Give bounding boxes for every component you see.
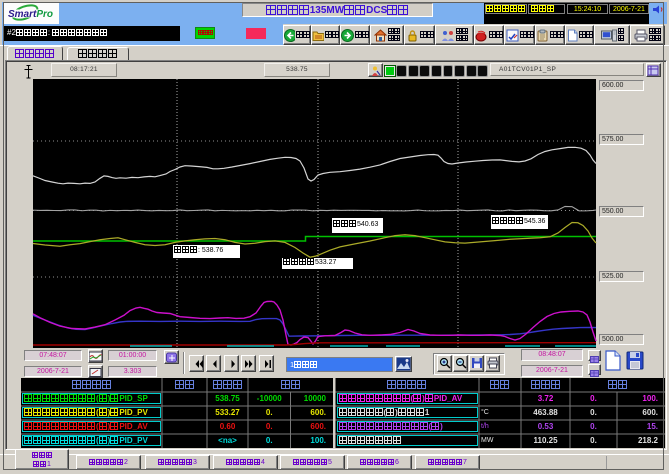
- svg-text:SmartPro: SmartPro: [8, 9, 53, 20]
